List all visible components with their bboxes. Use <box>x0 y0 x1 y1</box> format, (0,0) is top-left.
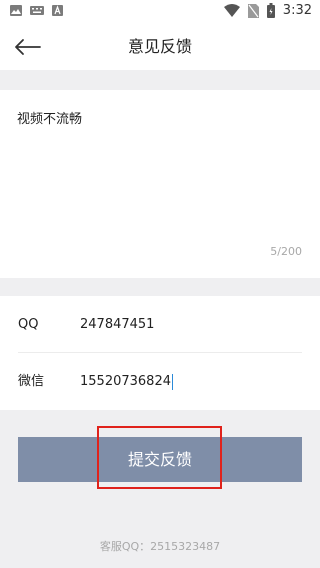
feedback-textarea[interactable]: 视频不流畅 5/200 <box>0 90 320 278</box>
wechat-label: 微信 <box>18 374 45 389</box>
submit-feedback-button[interactable]: 提交反馈 <box>18 437 302 482</box>
wechat-value: 15520736824 <box>80 374 171 389</box>
qq-row[interactable]: QQ 247847451 <box>0 296 320 353</box>
qq-field[interactable]: 247847451 <box>80 296 154 353</box>
status-right-icons: 3:32 <box>223 3 312 18</box>
header: 意见反馈 <box>0 24 320 70</box>
character-counter: 5/200 <box>270 245 302 258</box>
image-icon <box>10 5 22 16</box>
page-title: 意见反馈 <box>127 37 192 56</box>
wifi-icon <box>223 4 240 17</box>
status-time: 3:32 <box>282 3 312 18</box>
battery-icon <box>266 3 275 18</box>
arrow-left-icon <box>15 39 41 55</box>
no-sim-icon <box>247 3 259 18</box>
text-cursor <box>171 373 173 390</box>
wechat-field[interactable]: 15520736824 <box>80 353 173 410</box>
customer-service-info: 客服QQ：2515323487 <box>99 540 221 553</box>
feedback-text: 视频不流畅 <box>17 112 83 127</box>
qq-label: QQ <box>18 317 39 332</box>
keyboard-icon <box>30 6 44 15</box>
back-button[interactable] <box>10 32 46 62</box>
contact-section: QQ 247847451 微信 15520736824 <box>0 296 320 410</box>
status-left-icons <box>10 5 63 16</box>
text-icon <box>52 5 63 16</box>
wechat-row[interactable]: 微信 15520736824 <box>0 353 320 410</box>
status-bar: 3:32 <box>0 0 320 24</box>
